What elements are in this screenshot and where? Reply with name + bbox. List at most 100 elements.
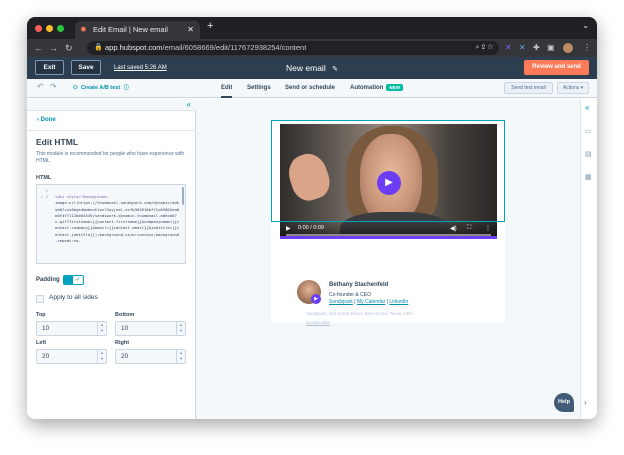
right-sidebar: « ▭ ▤ ▦ [580, 99, 597, 419]
done-label: Done [40, 117, 56, 123]
module-editor-panel: « ‹ Done Edit HTML This module is recomm… [27, 99, 196, 419]
address-bar[interactable]: 🔒 app.hubspot.com/email/6058669/edit/117… [87, 41, 499, 55]
ab-test-label: Create A/B test [80, 85, 121, 91]
tab-settings[interactable]: Settings [247, 79, 271, 98]
tab-automation[interactable]: Automation NEW [350, 79, 403, 98]
done-link[interactable]: ‹ Done [37, 117, 56, 123]
review-and-send-button[interactable]: Review and send [524, 60, 589, 75]
line-number-2: 2 [45, 194, 48, 200]
left-padding-input[interactable]: 20 ▲ ▼ [36, 349, 107, 364]
top-padding-input[interactable]: 10 ▲ ▼ [36, 321, 107, 336]
code-body: image:url(https://thumbnail.sendspark.co… [55, 200, 180, 244]
browser-tab[interactable]: ✹ Edit Email | New email ✕ [75, 21, 200, 39]
tab-automation-label: Automation [350, 85, 384, 91]
stepper-icon[interactable]: ▲ ▼ [97, 322, 106, 335]
browser-menu-icon[interactable]: ⋮ [583, 42, 591, 54]
tab-send-or-schedule[interactable]: Send or schedule [285, 79, 335, 98]
extensions-puzzle-icon[interactable]: ✚ [533, 42, 540, 54]
unsubscribe-link[interactable]: Unsubscribe [306, 320, 330, 325]
linkedin-link[interactable]: LinkedIn [389, 299, 408, 305]
panel-description: This module is recommended for people wh… [36, 151, 185, 164]
padding-toggle[interactable]: ✓ [63, 275, 84, 285]
html-code-editor[interactable]: 1 ▸ 2 <div style="background- image:url(… [36, 184, 186, 264]
email-name: New email [286, 63, 326, 73]
sendspark-link[interactable]: Sendspark [329, 299, 353, 305]
tab-search-chevron-icon[interactable]: ⌄ [582, 21, 589, 30]
stepper-icon[interactable]: ▲ ▼ [176, 350, 185, 363]
create-ab-test-button[interactable]: ⚇ Create A/B test ⓘ [73, 79, 129, 98]
new-tab-button[interactable]: + [207, 20, 213, 32]
code-gutter: 1 ▸ 2 [37, 185, 51, 263]
selected-module-outline [271, 120, 505, 222]
profile-avatar[interactable] [563, 43, 573, 53]
chevron-right-icon[interactable]: › [584, 398, 587, 407]
editor-header: Exit Save Last saved 5:26 AM New email ✎… [27, 57, 597, 79]
signature-name: Bethany Stachenfeld [329, 282, 389, 288]
redo-icon[interactable]: ↷ [50, 82, 57, 91]
forward-arrow-icon[interactable]: → [49, 42, 58, 54]
bookmark-star-icon[interactable]: ☆ [487, 44, 493, 51]
fold-arrow-icon[interactable]: ▸ [41, 194, 43, 199]
fullscreen-icon[interactable]: ⛶ [467, 225, 471, 232]
email-name-title[interactable]: New email ✎ [27, 57, 597, 81]
check-icon: ✓ [73, 276, 83, 284]
expand-right-icon[interactable]: « [585, 103, 589, 112]
send-test-email-button[interactable]: Send test email [504, 82, 553, 94]
share-icon[interactable]: ⇪ [481, 44, 485, 51]
layout-icon[interactable]: ▤ [585, 150, 592, 158]
my-calendar-link[interactable]: My Calendar [357, 299, 385, 305]
back-arrow-icon[interactable]: ← [34, 42, 43, 54]
browser-tab-bar: ✹ Edit Email | New email ✕ + ⌄ [27, 17, 597, 39]
video-time: 0:00 / 0:09 [298, 225, 324, 231]
actions-label: Actions [562, 85, 580, 91]
more-options-icon[interactable]: ⋮ [485, 225, 491, 232]
chevron-left-icon: ‹ [37, 117, 39, 123]
html-field-label: HTML [36, 175, 52, 181]
stepper-icon[interactable]: ▲ ▼ [176, 322, 185, 335]
sidepanel-icon[interactable]: ▣ [547, 42, 555, 54]
lock-icon: 🔒 [94, 44, 103, 51]
apply-all-sides-label: Apply to all sides [49, 294, 98, 301]
new-badge: NEW [386, 83, 403, 91]
minimize-window-button[interactable] [46, 25, 53, 32]
tab-title: Edit Email | New email [93, 25, 168, 34]
close-tab-icon[interactable]: ✕ [187, 21, 194, 39]
padding-label: Padding [36, 277, 60, 283]
extension-sendspark-icon[interactable]: ✕ [505, 42, 512, 54]
extension-blue-icon[interactable]: ✕ [519, 42, 526, 54]
reload-icon[interactable]: ↻ [65, 42, 73, 54]
actions-dropdown[interactable]: Actions ▾ [557, 82, 589, 94]
template-icon[interactable]: ▦ [585, 173, 592, 181]
apply-all-sides-checkbox[interactable] [36, 295, 44, 303]
omnibox-actions: ⌕ ⇪ ☆ [475, 41, 493, 55]
footer-address: Sendspark, 394 Grand Street, San Antonio… [306, 311, 413, 316]
browser-toolbar: ← → ↻ 🔒 app.hubspot.com/email/6058669/ed… [27, 39, 597, 57]
bottom-label: Bottom [115, 312, 135, 318]
search-lens-icon[interactable]: ⌕ [475, 44, 479, 51]
email-preview-canvas: ▶ ▶ 0:00 / 0:09 ◀) ⛶ ⋮ ▶ Bethany Stachen… [196, 99, 580, 419]
help-button[interactable]: Help [554, 393, 574, 412]
comment-icon[interactable]: ▭ [585, 127, 592, 135]
pencil-icon[interactable]: ✎ [332, 66, 338, 73]
code-scrollbar[interactable] [182, 187, 184, 205]
right-label: Right [115, 340, 130, 346]
divider [27, 130, 196, 131]
panel-collapse-row: « [27, 99, 196, 111]
left-value: 20 [42, 353, 50, 360]
maximize-window-button[interactable] [57, 25, 64, 32]
top-value: 10 [42, 325, 50, 332]
undo-icon[interactable]: ↶ [37, 82, 44, 91]
stepper-icon[interactable]: ▲ ▼ [97, 350, 106, 363]
bottom-value: 10 [121, 325, 129, 332]
info-icon[interactable]: ⓘ [124, 85, 129, 91]
right-padding-input[interactable]: 20 ▲ ▼ [115, 349, 186, 364]
bottom-padding-input[interactable]: 10 ▲ ▼ [115, 321, 186, 336]
volume-icon[interactable]: ◀) [450, 225, 457, 232]
avatar-play-icon[interactable]: ▶ [311, 294, 321, 304]
signature-links: Sendspark | My Calendar | LinkedIn [329, 299, 409, 305]
play-small-icon[interactable]: ▶ [286, 225, 291, 232]
collapse-left-icon[interactable]: « [187, 99, 191, 111]
close-window-button[interactable] [35, 25, 42, 32]
tab-edit[interactable]: Edit [221, 79, 233, 98]
url-host: app.hubspot.com [105, 43, 163, 52]
